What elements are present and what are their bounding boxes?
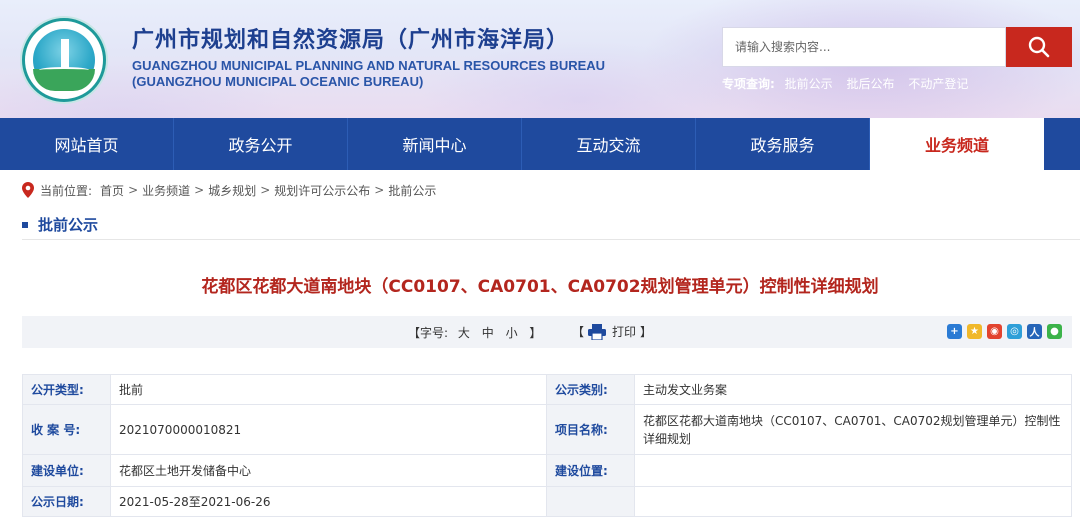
empty-label-cell bbox=[546, 486, 635, 517]
section-header: 批前公示 bbox=[22, 210, 1080, 240]
table-row: 公示日期: 2021-05-28至2021-06-26 bbox=[22, 486, 1072, 517]
quick-link-pre-approval[interactable]: 批前公示 bbox=[785, 77, 833, 91]
font-size-controls: 【字号: 大 中 小 】 bbox=[408, 324, 547, 341]
empty-value-cell bbox=[634, 486, 1072, 517]
notice-date-label: 公示日期: bbox=[22, 486, 111, 517]
location-pin-icon bbox=[22, 182, 34, 198]
construction-unit-label: 建设单位: bbox=[22, 454, 111, 487]
font-size-bracket-close: 】 bbox=[529, 326, 542, 340]
breadcrumb-item-home[interactable]: 首页 bbox=[100, 182, 124, 199]
construction-location-value bbox=[634, 454, 1072, 487]
font-size-label: 【字号: bbox=[408, 326, 449, 340]
breadcrumb-item-permit-notice[interactable]: 规划许可公示公布 bbox=[274, 182, 370, 199]
section-title: 批前公示 bbox=[38, 216, 99, 234]
breadcrumb-label: 当前位置: bbox=[40, 183, 93, 198]
article-title: 花都区花都大道南地块（CC0107、CA0701、CA0702规划管理单元）控制… bbox=[201, 277, 879, 297]
site-header: 广州市规划和自然资源局（广州市海洋局） GUANGZHOU MUNICIPAL … bbox=[0, 0, 1080, 118]
share-weibo-icon[interactable]: ◉ bbox=[987, 324, 1002, 339]
project-name-value: 花都区花都大道南地块（CC0107、CA0701、CA0702规划管理单元）控制… bbox=[634, 404, 1072, 455]
share-wechat-icon[interactable]: ● bbox=[1047, 324, 1062, 339]
breadcrumb-separator: > bbox=[374, 183, 385, 197]
print-bracket-open: 【 bbox=[572, 325, 585, 339]
project-name-label: 项目名称: bbox=[546, 404, 635, 455]
nav-item-interaction[interactable]: 互动交流 bbox=[522, 118, 696, 170]
disclosure-type-value: 批前 bbox=[110, 374, 547, 405]
font-size-large[interactable]: 大 bbox=[458, 326, 470, 340]
construction-unit-value: 花都区土地开发储备中心 bbox=[110, 454, 547, 487]
quick-link-post-approval[interactable]: 批后公布 bbox=[846, 77, 894, 91]
breadcrumb-item-business[interactable]: 业务频道 bbox=[142, 182, 190, 199]
share-qzone-icon[interactable]: ★ bbox=[967, 324, 982, 339]
print-label[interactable]: 打印 bbox=[612, 323, 636, 340]
notice-date-value: 2021-05-28至2021-06-26 bbox=[110, 486, 547, 517]
share-renren-icon[interactable]: 人 bbox=[1027, 324, 1042, 339]
bureau-logo-icon[interactable] bbox=[22, 18, 106, 102]
print-control[interactable]: 【 打印 】 bbox=[572, 323, 656, 340]
construction-location-label: 建设位置: bbox=[546, 454, 635, 487]
font-size-small[interactable]: 小 bbox=[506, 326, 518, 340]
main-nav: 网站首页 政务公开 新闻中心 互动交流 政务服务 业务频道 bbox=[0, 118, 1080, 170]
breadcrumb-separator: > bbox=[260, 183, 271, 197]
nav-item-news[interactable]: 新闻中心 bbox=[348, 118, 522, 170]
share-tencent-icon[interactable]: ◎ bbox=[1007, 324, 1022, 339]
table-row: 建设单位: 花都区土地开发储备中心 建设位置: bbox=[22, 454, 1072, 487]
printer-icon bbox=[588, 323, 607, 340]
table-row: 收 案 号: 2021070000010821 项目名称: 花都区花都大道南地块… bbox=[22, 404, 1072, 455]
notice-info-table: 公开类型: 批前 公示类别: 主动发文业务案 收 案 号: 2021070000… bbox=[22, 374, 1072, 517]
share-plus-icon[interactable]: + bbox=[947, 324, 962, 339]
share-icons: + ★ ◉ ◎ 人 ● bbox=[947, 324, 1062, 339]
breadcrumb: 当前位置: 首页 > 业务频道 > 城乡规划 > 规划许可公示公布 > 批前公示 bbox=[22, 180, 436, 200]
quick-query: 专项查询: 批前公示 批后公布 不动产登记 bbox=[722, 75, 978, 92]
nav-item-home[interactable]: 网站首页 bbox=[0, 118, 174, 170]
font-size-medium[interactable]: 中 bbox=[482, 326, 494, 340]
search-box bbox=[722, 27, 1006, 67]
nav-filler bbox=[1044, 118, 1080, 170]
breadcrumb-item-urban-planning[interactable]: 城乡规划 bbox=[208, 182, 256, 199]
case-number-value: 2021070000010821 bbox=[110, 404, 547, 455]
search-button[interactable] bbox=[1006, 27, 1072, 67]
table-row: 公开类型: 批前 公示类别: 主动发文业务案 bbox=[22, 374, 1072, 405]
case-number-label: 收 案 号: bbox=[22, 404, 111, 455]
search-input[interactable] bbox=[723, 28, 1005, 66]
nav-item-business-channel[interactable]: 业务频道 bbox=[870, 118, 1044, 170]
quick-query-label: 专项查询: bbox=[722, 77, 775, 91]
site-title-english-sub: (GUANGZHOU MUNICIPAL OCEANIC BUREAU) bbox=[132, 74, 424, 89]
section-bullet-icon bbox=[22, 221, 28, 228]
site-title-english: GUANGZHOU MUNICIPAL PLANNING AND NATURAL… bbox=[132, 58, 606, 73]
breadcrumb-separator: > bbox=[194, 183, 205, 197]
article-toolbar: 【字号: 大 中 小 】 【 打印 】 + ★ ◉ ◎ 人 ● bbox=[22, 316, 1072, 348]
nav-item-gov-affairs[interactable]: 政务公开 bbox=[174, 118, 348, 170]
print-bracket-close: 】 bbox=[640, 325, 653, 339]
quick-link-real-estate[interactable]: 不动产登记 bbox=[908, 77, 968, 91]
breadcrumb-item-pre-approval[interactable]: 批前公示 bbox=[388, 182, 436, 199]
site-title: 广州市规划和自然资源局（广州市海洋局） bbox=[132, 28, 570, 53]
search-icon bbox=[1028, 36, 1050, 58]
breadcrumb-separator: > bbox=[128, 183, 139, 197]
notice-category-value: 主动发文业务案 bbox=[634, 374, 1072, 405]
notice-category-label: 公示类别: bbox=[546, 374, 635, 405]
nav-item-gov-services[interactable]: 政务服务 bbox=[696, 118, 870, 170]
disclosure-type-label: 公开类型: bbox=[22, 374, 111, 405]
